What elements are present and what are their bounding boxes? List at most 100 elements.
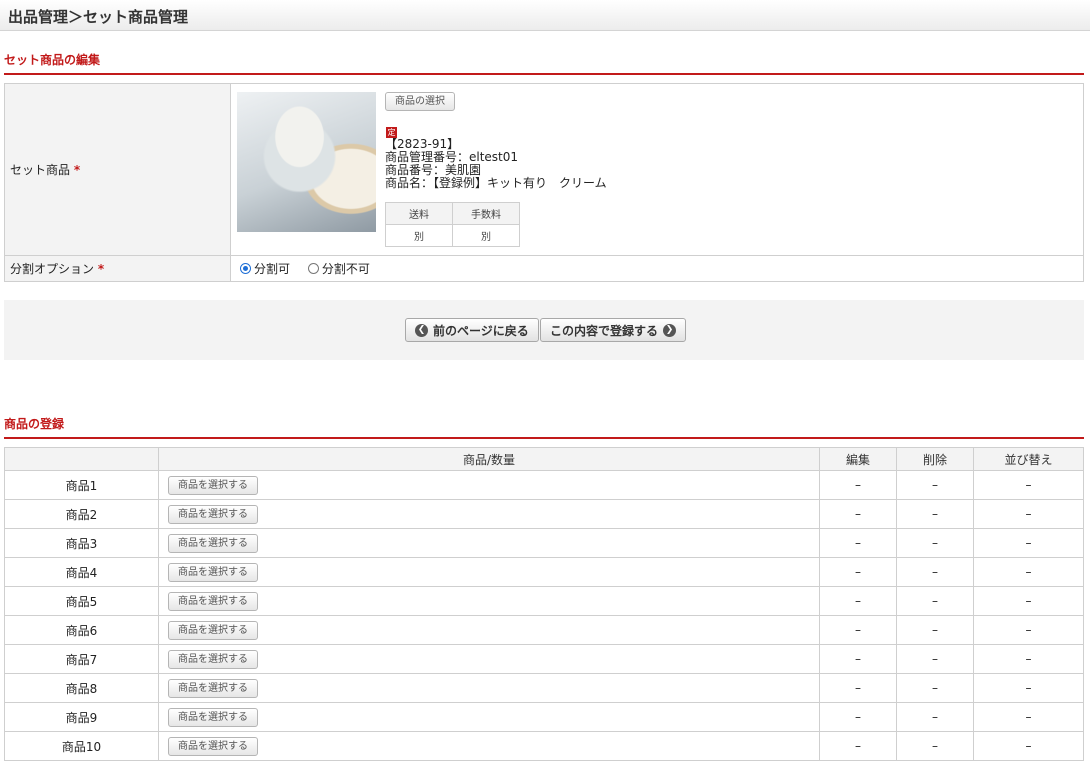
select-item-button[interactable]: 商品を選択する xyxy=(168,504,258,524)
row-product-cell: 商品を選択する xyxy=(158,702,820,732)
row-product-cell: 商品を選択する xyxy=(158,528,820,558)
back-button[interactable]: ❮ 前のページに戻る xyxy=(405,318,539,342)
radio-split-allowed[interactable]: 分割可 xyxy=(240,260,290,277)
row-delete-cell: – xyxy=(896,702,974,732)
row-product-label: 商品3 xyxy=(4,528,159,558)
row-sort-cell: – xyxy=(973,557,1084,587)
row-edit-cell: – xyxy=(819,644,897,674)
radio-split-allowed-circle[interactable] xyxy=(240,263,251,274)
set-product-label: セット商品 xyxy=(10,163,71,177)
row-product-label: 商品8 xyxy=(4,673,159,703)
row-product-label: 商品2 xyxy=(4,499,159,529)
table-row: 商品6 商品を選択する – – – xyxy=(4,615,1084,645)
row-edit-cell: – xyxy=(819,702,897,732)
row-sort-cell: – xyxy=(973,470,1084,500)
select-item-button[interactable]: 商品を選択する xyxy=(168,707,258,727)
select-item-button[interactable]: 商品を選択する xyxy=(168,649,258,669)
col-header-sort: 並び替え xyxy=(973,447,1084,471)
select-product-button[interactable]: 商品の選択 xyxy=(385,92,455,111)
row-delete-cell: – xyxy=(896,586,974,616)
shipping-fee-header: 送料 xyxy=(385,202,453,225)
required-mark: * xyxy=(97,262,105,276)
row-product-cell: 商品を選択する xyxy=(158,673,820,703)
radio-split-not-allowed[interactable]: 分割不可 xyxy=(307,260,370,277)
row-delete-cell: – xyxy=(896,470,974,500)
row-delete-cell: – xyxy=(896,731,974,761)
shipping-fee-value: 別 xyxy=(385,224,453,247)
col-header-edit: 編集 xyxy=(819,447,897,471)
page-header: 出品管理＞セット商品管理 xyxy=(0,0,1090,31)
row-sort-cell: – xyxy=(973,673,1084,703)
row-edit-cell: – xyxy=(819,528,897,558)
split-option-label: 分割オプション xyxy=(10,262,95,276)
col-header-blank xyxy=(4,447,159,471)
table-row: 商品5 商品を選択する – – – xyxy=(4,586,1084,616)
action-bar: ❮ 前のページに戻る この内容で登録する ❯ xyxy=(4,300,1084,360)
row-product-label: 商品4 xyxy=(4,557,159,587)
fee-table: 送料 手数料 別 別 xyxy=(385,202,520,247)
product-image xyxy=(237,92,376,232)
split-option-value-cell: 分割可 分割不可 xyxy=(230,255,1084,282)
col-header-product-qty: 商品/数量 xyxy=(158,447,820,471)
radio-split-allowed-label: 分割可 xyxy=(254,262,291,276)
radio-split-not-allowed-circle[interactable] xyxy=(307,263,319,274)
row-delete-cell: – xyxy=(896,673,974,703)
row-edit-cell: – xyxy=(819,557,897,587)
arrow-left-icon: ❮ xyxy=(415,323,428,337)
row-product-cell: 商品を選択する xyxy=(158,557,820,587)
handling-fee-value: 別 xyxy=(452,224,520,247)
row-delete-cell: – xyxy=(896,644,974,674)
select-item-button[interactable]: 商品を選択する xyxy=(168,620,258,640)
row-delete-cell: – xyxy=(896,499,974,529)
set-product-edit-table: セット商品 * 商品の選択 定 【2823-91】 商品管理番号：eltest0… xyxy=(4,83,1084,282)
table-row: 商品10 商品を選択する – – – xyxy=(4,731,1084,761)
handling-fee-header: 手数料 xyxy=(452,202,520,225)
table-row: 商品8 商品を選択する – – – xyxy=(4,673,1084,703)
submit-button-label: この内容で登録する xyxy=(550,323,659,338)
product-info: 【2823-91】 商品管理番号：eltest01 商品番号：美肌園 商品名：【… xyxy=(385,138,607,190)
set-product-label-cell: セット商品 * xyxy=(4,83,231,256)
table-row: 商品9 商品を選択する – – – xyxy=(4,702,1084,732)
row-sort-cell: – xyxy=(973,499,1084,529)
row-sort-cell: – xyxy=(973,586,1084,616)
row-sort-cell: – xyxy=(973,528,1084,558)
register-section-title: 商品の登録 xyxy=(4,415,1084,439)
select-item-button[interactable]: 商品を選択する xyxy=(168,678,258,698)
row-product-label: 商品9 xyxy=(4,702,159,732)
row-delete-cell: – xyxy=(896,557,974,587)
table-row: 商品3 商品を選択する – – – xyxy=(4,528,1084,558)
row-sort-cell: – xyxy=(973,644,1084,674)
row-product-cell: 商品を選択する xyxy=(158,499,820,529)
row-sort-cell: – xyxy=(973,731,1084,761)
select-item-button[interactable]: 商品を選択する xyxy=(168,475,258,495)
select-item-button[interactable]: 商品を選択する xyxy=(168,736,258,756)
row-product-label: 商品5 xyxy=(4,586,159,616)
col-header-delete: 削除 xyxy=(896,447,974,471)
back-button-label: 前のページに戻る xyxy=(433,323,529,338)
row-edit-cell: – xyxy=(819,731,897,761)
edit-section-title: セット商品の編集 xyxy=(4,51,1084,75)
arrow-right-icon: ❯ xyxy=(663,323,677,337)
select-item-button[interactable]: 商品を選択する xyxy=(168,533,258,553)
row-sort-cell: – xyxy=(973,615,1084,645)
row-product-cell: 商品を選択する xyxy=(158,470,820,500)
product-register-table: 商品/数量 編集 削除 並び替え 商品1 商品を選択する – – – 商品2 商品を選択する… xyxy=(4,447,1084,761)
row-product-cell: 商品を選択する xyxy=(158,615,820,645)
table-row: 商品7 商品を選択する – – – xyxy=(4,644,1084,674)
product-name: 商品名：【登録例】キット有り クリーム xyxy=(385,176,607,190)
set-product-value-cell: 商品の選択 定 【2823-91】 商品管理番号：eltest01 商品番号：美… xyxy=(230,83,1084,256)
submit-button[interactable]: この内容で登録する ❯ xyxy=(540,318,687,342)
row-product-label: 商品6 xyxy=(4,615,159,645)
row-edit-cell: – xyxy=(819,615,897,645)
row-edit-cell: – xyxy=(819,499,897,529)
split-option-label-cell: 分割オプション * xyxy=(4,255,231,282)
radio-split-not-allowed-label: 分割不可 xyxy=(321,262,370,276)
table-row: 商品1 商品を選択する – – – xyxy=(4,470,1084,500)
row-product-label: 商品1 xyxy=(4,470,159,500)
row-sort-cell: – xyxy=(973,702,1084,732)
table-row: 商品4 商品を選択する – – – xyxy=(4,557,1084,587)
select-item-button[interactable]: 商品を選択する xyxy=(168,562,258,582)
select-item-button[interactable]: 商品を選択する xyxy=(168,591,258,611)
page-title: 出品管理＞セット商品管理 xyxy=(8,8,189,26)
row-delete-cell: – xyxy=(896,615,974,645)
